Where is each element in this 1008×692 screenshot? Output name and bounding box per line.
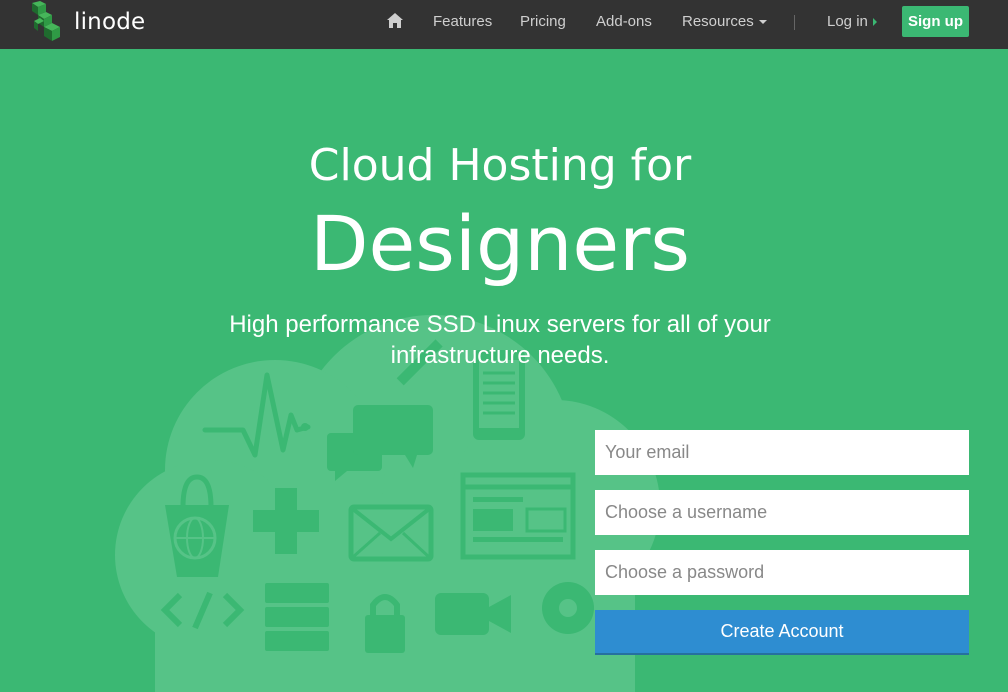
nav-pricing-link[interactable]: Pricing xyxy=(520,13,566,30)
nav-login-link[interactable]: Log in xyxy=(827,13,877,30)
linode-logo-icon xyxy=(32,1,60,41)
nav-features-link[interactable]: Features xyxy=(433,13,492,30)
top-navbar: linode Features Pricing Add-ons Resource… xyxy=(0,0,1008,49)
logo-text: linode xyxy=(74,9,146,35)
nav-divider xyxy=(794,15,795,30)
nav-login-label: Log in xyxy=(827,13,868,30)
home-icon[interactable] xyxy=(387,13,403,28)
email-field[interactable] xyxy=(595,430,969,475)
nav-resources-label: Resources xyxy=(682,13,754,30)
hero-title-line2: Designers xyxy=(310,199,690,288)
gear-icon xyxy=(542,582,594,634)
signup-button[interactable]: Sign up xyxy=(902,6,969,37)
password-field[interactable] xyxy=(595,550,969,595)
hero-subtitle: High performance SSD Linux servers for a… xyxy=(229,311,771,369)
nav-resources-dropdown[interactable]: Resources xyxy=(682,13,767,30)
nav-addons-link[interactable]: Add-ons xyxy=(596,13,652,30)
arrow-right-icon xyxy=(872,18,877,27)
username-field[interactable] xyxy=(595,490,969,535)
chevron-down-icon xyxy=(758,20,767,25)
hero-title-line1: Cloud Hosting for xyxy=(308,140,692,191)
server-icon xyxy=(265,583,329,651)
create-account-button[interactable]: Create Account xyxy=(595,610,969,655)
